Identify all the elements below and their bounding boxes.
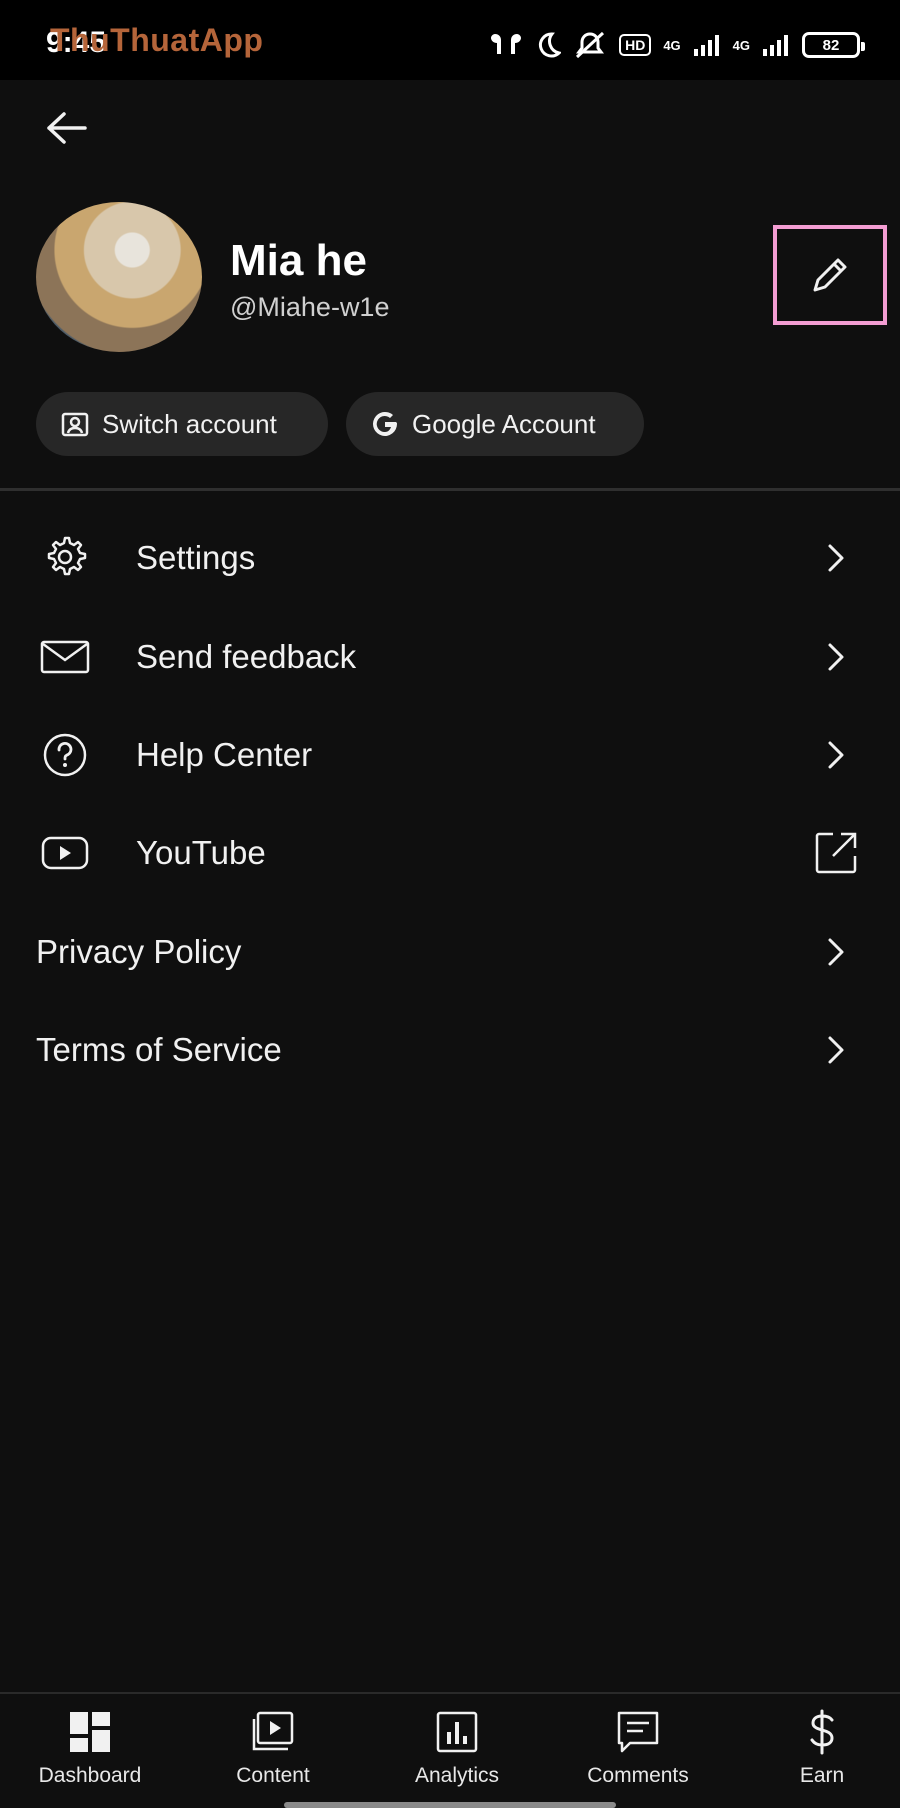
avatar (36, 202, 202, 352)
menu-item-send-feedback[interactable]: Send feedback (0, 612, 900, 702)
chevron-right-icon (812, 928, 860, 976)
comments-icon (614, 1708, 662, 1756)
menu-label-privacy-policy: Privacy Policy (36, 933, 242, 970)
menu-label-settings: Settings (136, 539, 256, 576)
nav-dashboard[interactable]: Dashboard (15, 1708, 165, 1798)
nav-analytics[interactable]: Analytics (382, 1708, 532, 1798)
status-icons: HD 4G 4G 82 (489, 30, 865, 60)
pencil-icon (813, 258, 847, 292)
signal-icon (763, 35, 788, 56)
google-account-button[interactable]: Google Account (346, 392, 644, 456)
switch-account-label: Switch account (102, 408, 277, 439)
bottom-nav: Dashboard Content Analytics Comments Ear… (0, 1692, 900, 1808)
help-circle-icon (38, 728, 92, 782)
chevron-right-icon (812, 1026, 860, 1074)
chevron-right-icon (812, 534, 860, 582)
menu-item-privacy-policy[interactable]: Privacy Policy (0, 907, 900, 997)
display-name: Mia he (230, 236, 367, 285)
nav-label-analytics: Analytics (414, 1764, 500, 1787)
mail-icon (38, 630, 92, 684)
dollar-icon (798, 1708, 846, 1756)
notifications-off-icon (576, 31, 605, 59)
earbuds-icon (491, 34, 522, 54)
home-indicator[interactable] (284, 1802, 616, 1808)
menu-item-help-center[interactable]: Help Center (0, 710, 900, 800)
chevron-right-icon (812, 633, 860, 681)
nav-label-comments: Comments (587, 1764, 689, 1787)
nav-label-earn: Earn (799, 1764, 845, 1787)
edit-profile-button[interactable] (773, 225, 887, 325)
menu-label-send-feedback: Send feedback (136, 638, 357, 675)
back-button[interactable] (38, 104, 94, 152)
menu-item-settings[interactable]: Settings (0, 513, 900, 603)
watermark: ThuThuatApp (50, 22, 264, 58)
nav-label-content: Content (236, 1764, 310, 1787)
battery-level: 82 (822, 36, 840, 54)
signal-icon (693, 35, 719, 56)
nav-label-dashboard: Dashboard (38, 1764, 142, 1787)
battery-icon: 82 (802, 32, 865, 58)
content-icon (249, 1708, 297, 1756)
gear-icon (38, 531, 92, 585)
google-g-icon (373, 411, 397, 436)
divider (0, 488, 900, 491)
network-label-1: 4G (663, 37, 681, 53)
analytics-icon (433, 1708, 481, 1756)
youtube-icon (38, 826, 92, 880)
external-link-icon (812, 829, 860, 877)
menu-item-terms-of-service[interactable]: Terms of Service (0, 1005, 900, 1095)
nav-comments[interactable]: Comments (563, 1708, 713, 1798)
hd-badge: HD (619, 34, 652, 56)
channel-handle: @Miahe-w1e (230, 292, 390, 322)
chevron-right-icon (812, 731, 860, 779)
menu-label-terms-of-service: Terms of Service (36, 1031, 282, 1068)
menu-label-youtube: YouTube (136, 834, 266, 871)
status-bar: 9:45 ThuThuatApp HD 4G 4G 82 (0, 0, 900, 80)
moon-icon (539, 32, 562, 58)
nav-content[interactable]: Content (198, 1708, 348, 1798)
switch-account-button[interactable]: Switch account (36, 392, 328, 456)
menu-label-help-center: Help Center (136, 736, 313, 773)
network-label-2: 4G (732, 37, 750, 53)
switch-account-icon (61, 412, 89, 437)
arrow-left-icon (47, 112, 87, 144)
google-account-label: Google Account (412, 408, 596, 439)
menu-item-youtube[interactable]: YouTube (0, 808, 900, 898)
dashboard-icon (66, 1708, 114, 1756)
nav-earn[interactable]: Earn (747, 1708, 897, 1798)
